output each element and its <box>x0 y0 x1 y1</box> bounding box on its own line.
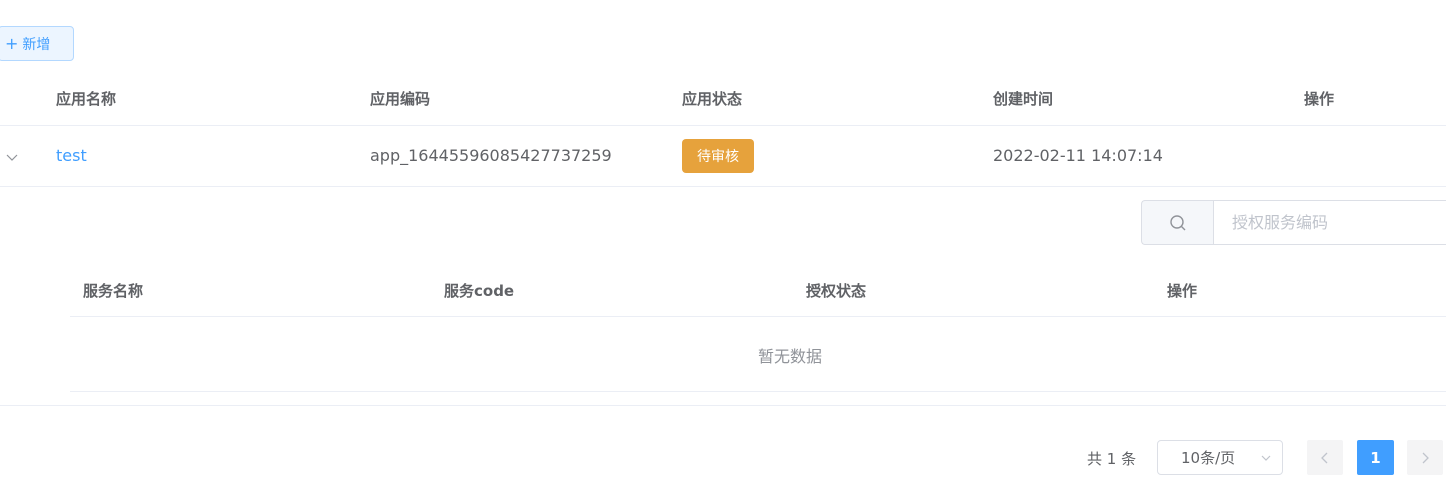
column-header-service-name: 服务名称 <box>83 282 144 300</box>
add-button-label: 新增 <box>22 36 51 53</box>
prev-page-button[interactable] <box>1307 440 1343 475</box>
chevron-down-icon <box>1261 455 1271 461</box>
app-code: app_16445596085427737259 <box>370 146 612 165</box>
created-time: 2022-02-11 14:07:14 <box>993 146 1163 165</box>
empty-text: 暂无数据 <box>758 347 823 366</box>
table-bottom-divider <box>0 405 1446 406</box>
sub-header-divider <box>70 316 1446 317</box>
page-size-select[interactable]: 10条/页 <box>1157 440 1283 475</box>
search-icon-button[interactable] <box>1141 200 1213 245</box>
search-icon <box>1169 214 1185 230</box>
column-header-service-code: 服务code <box>444 282 515 300</box>
app-name-link[interactable]: test <box>56 146 87 165</box>
column-header-app-status: 应用状态 <box>682 90 743 108</box>
header-divider <box>0 125 1446 126</box>
plus-icon: + <box>5 33 19 53</box>
pagination-total: 共 1 条 <box>1087 450 1137 468</box>
column-header-created-time: 创建时间 <box>993 90 1054 108</box>
add-button[interactable]: + 新增 <box>0 26 74 61</box>
expand-chevron-icon[interactable] <box>5 150 19 164</box>
column-header-auth-status: 授权状态 <box>806 282 867 300</box>
page-number-current[interactable]: 1 <box>1357 440 1394 475</box>
next-page-icon <box>1422 452 1429 463</box>
page-size-value: 10条/页 <box>1181 449 1236 467</box>
service-code-search-input[interactable] <box>1213 200 1446 245</box>
status-badge: 待审核 <box>682 139 754 173</box>
column-header-sub-actions: 操作 <box>1167 282 1198 300</box>
prev-page-icon <box>1321 452 1328 463</box>
next-page-button[interactable] <box>1407 440 1443 475</box>
column-header-app-name: 应用名称 <box>56 90 117 108</box>
row-divider <box>0 186 1446 187</box>
service-search <box>1141 200 1446 245</box>
column-header-actions: 操作 <box>1304 90 1335 108</box>
column-header-app-code: 应用编码 <box>370 90 431 108</box>
sub-table-bottom-divider <box>70 391 1446 392</box>
